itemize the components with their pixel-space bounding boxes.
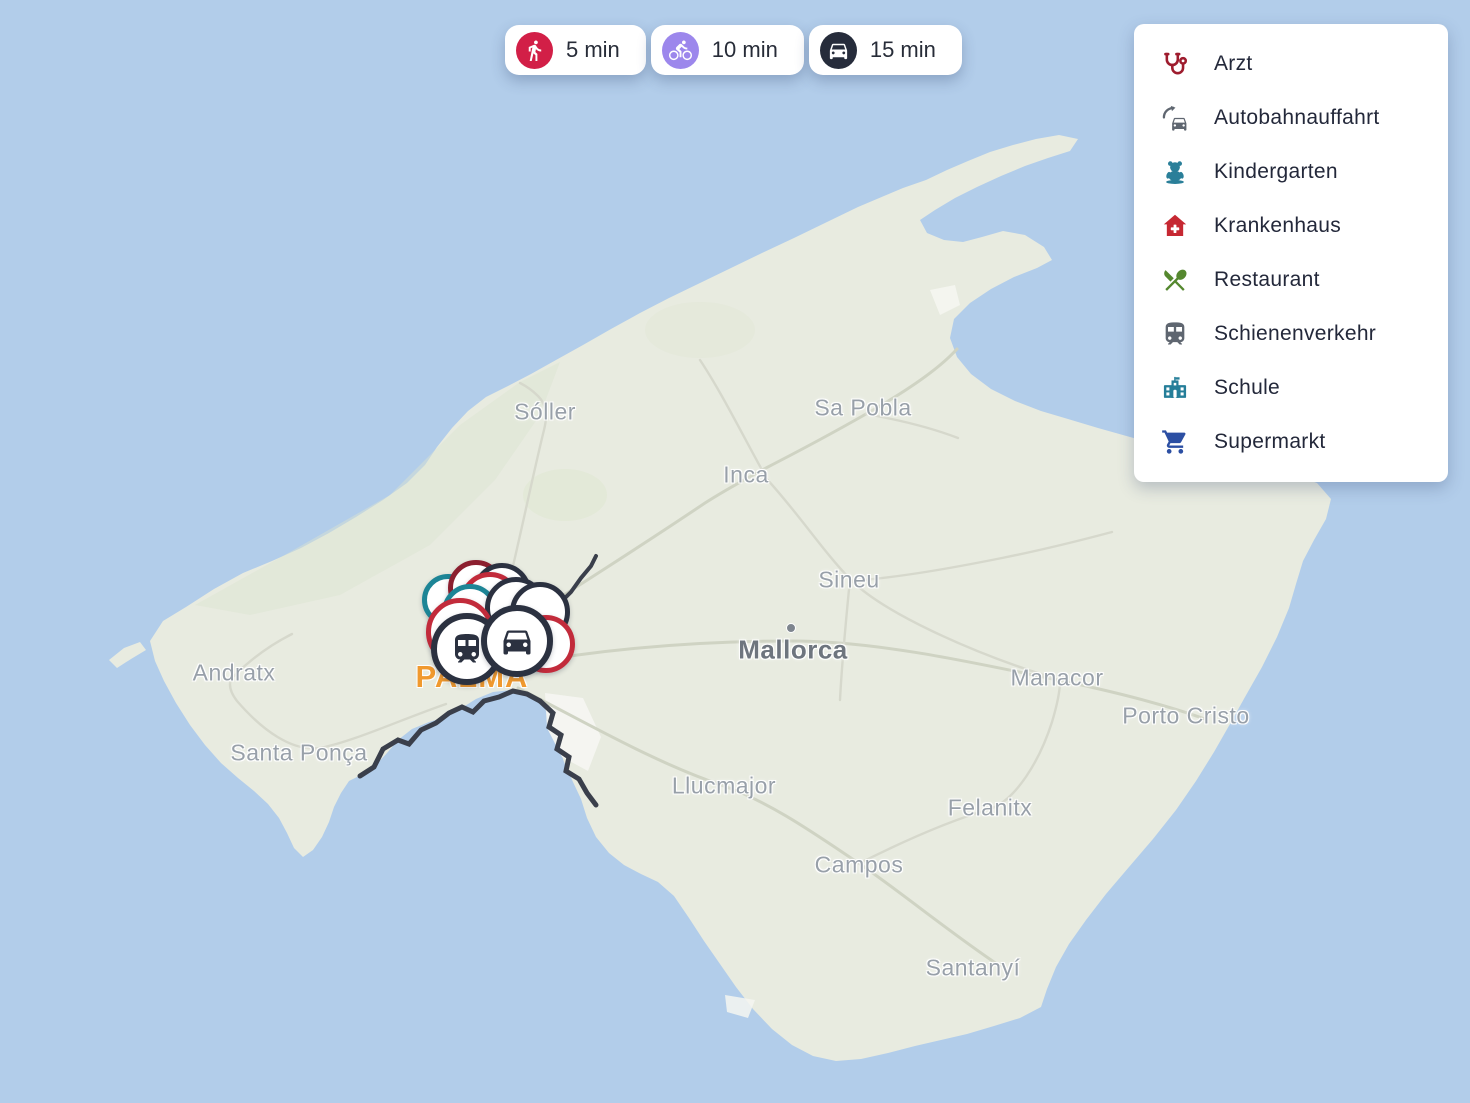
- island-dragonera: [109, 642, 146, 668]
- car-time-pill[interactable]: 15 min: [809, 25, 962, 75]
- bike-time-label: 10 min: [712, 37, 778, 63]
- car-icon: [499, 623, 535, 659]
- legend-label-schienenverkehr: Schienenverkehr: [1214, 322, 1376, 346]
- legend-panel: Arzt Autobahnauffahrt: [1134, 24, 1448, 482]
- cyclist-icon: [662, 32, 699, 69]
- stethoscope-icon: [1160, 49, 1190, 79]
- town-dot: [786, 623, 796, 633]
- legend-item-krankenhaus[interactable]: Krankenhaus: [1134, 199, 1448, 253]
- shopping-cart-icon: [1160, 427, 1190, 457]
- car-icon: [820, 32, 857, 69]
- train-icon: [1160, 319, 1190, 349]
- cutlery-icon: [1160, 265, 1190, 295]
- map-root: Sóller Sa Pobla Inca Sineu Mallorca Mana…: [0, 0, 1470, 1103]
- legend-label-krankenhaus: Krankenhaus: [1214, 214, 1341, 238]
- legend-item-schienenverkehr[interactable]: Schienenverkehr: [1134, 307, 1448, 361]
- walk-time-label: 5 min: [566, 37, 620, 63]
- legend-label-schule: Schule: [1214, 376, 1280, 400]
- walk-time-pill[interactable]: 5 min: [505, 25, 646, 75]
- legend-item-supermarkt[interactable]: Supermarkt: [1134, 415, 1448, 469]
- school-building-icon: [1160, 373, 1190, 403]
- teddy-bear-icon: [1160, 157, 1190, 187]
- legend-label-kindergarten: Kindergarten: [1214, 160, 1338, 184]
- highway-car-icon: [1160, 103, 1190, 133]
- legend-item-kindergarten[interactable]: Kindergarten: [1134, 145, 1448, 199]
- legend-label-restaurant: Restaurant: [1214, 268, 1320, 292]
- car-time-label: 15 min: [870, 37, 936, 63]
- legend-label-autobahnauffahrt: Autobahnauffahrt: [1214, 106, 1380, 130]
- bike-time-pill[interactable]: 10 min: [651, 25, 804, 75]
- hospital-house-icon: [1160, 211, 1190, 241]
- walking-icon: [516, 32, 553, 69]
- legend-item-restaurant[interactable]: Restaurant: [1134, 253, 1448, 307]
- legend-item-arzt[interactable]: Arzt: [1134, 37, 1448, 91]
- legend-item-schule[interactable]: Schule: [1134, 361, 1448, 415]
- legend-label-arzt: Arzt: [1214, 52, 1253, 76]
- train-icon: [449, 631, 485, 667]
- legend-label-supermarkt: Supermarkt: [1214, 430, 1326, 454]
- legend-item-autobahnauffahrt[interactable]: Autobahnauffahrt: [1134, 91, 1448, 145]
- map-marker-car[interactable]: [481, 605, 553, 677]
- travel-time-toolbar: 5 min 10 min 15 min: [505, 25, 962, 75]
